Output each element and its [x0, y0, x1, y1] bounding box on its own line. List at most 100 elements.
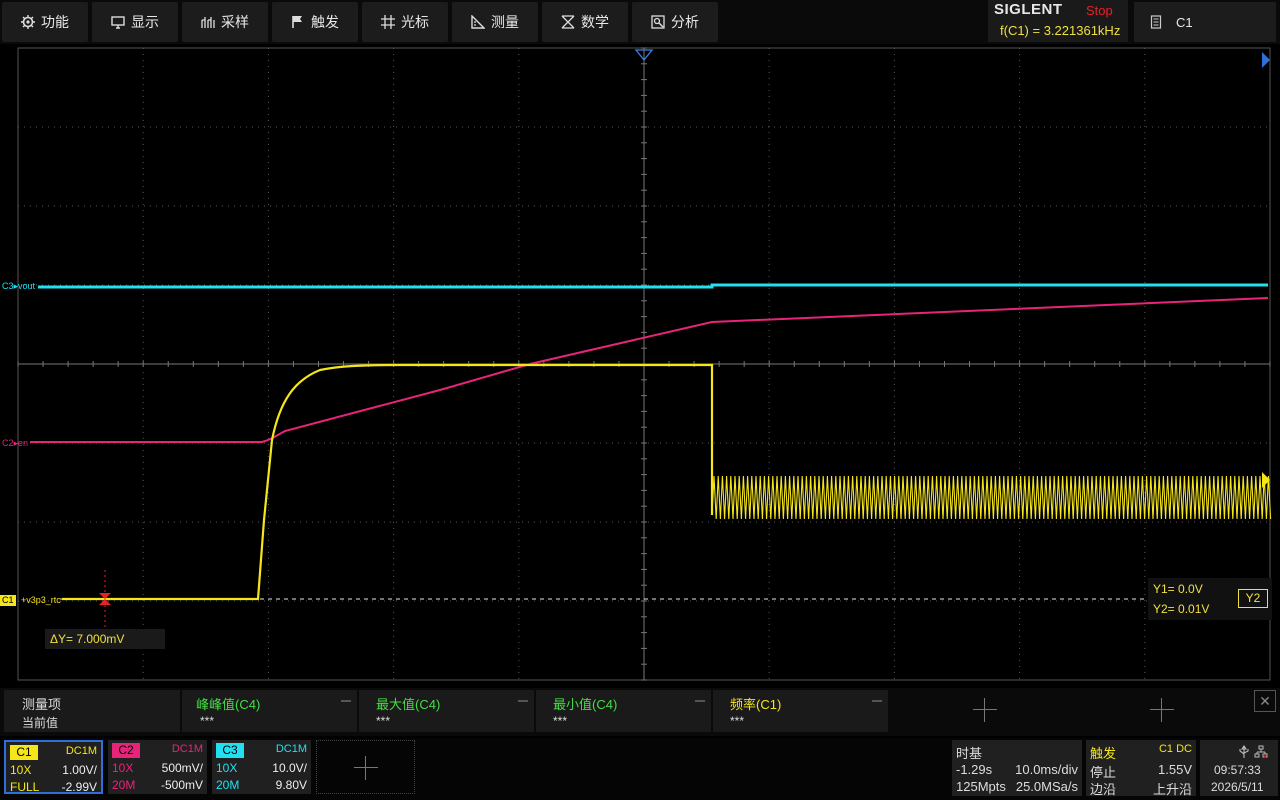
measure-row-header: 测量项 当前值 — [4, 690, 180, 732]
measure-name: 峰峰值(C4) — [196, 697, 261, 712]
menu-utility-label: 功能 — [41, 14, 69, 30]
crosshair-icon — [381, 15, 395, 29]
measure-item[interactable]: 峰峰值(C4) *** — [182, 690, 357, 732]
gear-icon — [21, 15, 35, 29]
measure-items-label: 测量项 — [22, 697, 62, 712]
c1-probe: 10X — [10, 763, 32, 777]
trigger-panel[interactable]: 触发 C1 DC 停止 1.55V 边沿 上升沿 — [1086, 740, 1196, 797]
measure-name: 最大值(C4) — [376, 697, 441, 712]
cursor-delta-readout: ΔY= 7.000mV — [45, 629, 165, 649]
cursor-readout-panel: Y1= 0.0V Y2= 0.01V Y2 — [1148, 578, 1272, 620]
menu-math[interactable]: 数学 — [542, 2, 628, 42]
usb-icon — [1239, 745, 1249, 758]
trigger-type: 边沿 — [1090, 782, 1117, 797]
measure-current-label: 当前值 — [22, 716, 59, 730]
analysis-icon — [651, 15, 665, 29]
menu-cursors-label: 光标 — [401, 14, 429, 30]
monitor-icon — [111, 16, 125, 29]
sample-icon — [201, 17, 215, 28]
clock-time: 09:57:33 — [1214, 763, 1261, 777]
menu-measure-label: 测量 — [491, 14, 519, 30]
graticule — [17, 47, 1272, 681]
channel-select[interactable]: C1 — [1134, 2, 1276, 42]
math-icon — [561, 15, 575, 29]
channel-select-label: C1 — [1176, 14, 1193, 30]
menu-analysis-label: 分析 — [671, 14, 699, 30]
c2-tag: C2 — [112, 743, 140, 758]
timebase-panel[interactable]: 时基 -1.29s 10.0ms/div 125Mpts 25.0MSa/s — [952, 740, 1082, 796]
c3-coupling: DC1M — [275, 743, 307, 755]
measure-name: 最小值(C4) — [553, 697, 618, 712]
document-icon — [1150, 15, 1162, 29]
menu-acquire-label: 采样 — [221, 14, 249, 30]
network-icon — [1254, 745, 1268, 759]
timebase-delay: -1.29s — [956, 762, 993, 777]
add-channel-slot[interactable] — [316, 740, 415, 794]
measurement-bar: 测量项 当前值 峰峰值(C4) *** 最大值(C4) *** 最小值(C4) … — [0, 688, 1280, 736]
measure-value: *** — [376, 714, 391, 728]
menu-math-label: 数学 — [581, 14, 609, 30]
c1-scale: 1.00V/ — [62, 763, 97, 777]
channel-c1-box[interactable]: C1 DC1M 10X 1.00V/ FULL -2.99V — [4, 740, 103, 794]
measure-item[interactable]: 频率(C1) *** — [713, 690, 888, 732]
measure-item[interactable]: 最大值(C4) *** — [359, 690, 534, 732]
sample-rate: 25.0MSa/s — [1015, 779, 1078, 794]
trigger-header: 触发 — [1090, 746, 1117, 761]
menu-cursors[interactable]: 光标 — [362, 2, 448, 42]
channel-c2-box[interactable]: C2 DC1M 10X 500mV/ 20M -500mV — [108, 740, 207, 794]
timebase-header: 时基 — [956, 746, 983, 761]
menu-bar: 功能 显示 采样 触发 光标 测量 数学 分析 SIGLENT Stop f(C… — [0, 0, 1280, 44]
c3-bandwidth: 20M — [216, 778, 240, 792]
menu-measure[interactable]: 测量 — [452, 2, 538, 42]
c2-offset: -500mV — [160, 778, 203, 792]
menu-display-label: 显示 — [131, 14, 159, 30]
c1-coupling: DC1M — [65, 745, 97, 757]
c1-ground-marker[interactable]: C1 — [0, 595, 16, 606]
plus-icon — [354, 756, 378, 780]
c2-coupling: DC1M — [171, 743, 203, 755]
c3-tag: C3 — [216, 743, 244, 758]
measure-value: *** — [553, 714, 568, 728]
c2-ground-marker[interactable]: C2▸en — [0, 438, 30, 449]
brand-logo: SIGLENT — [994, 1, 1063, 18]
add-measure-slot[interactable] — [1150, 698, 1174, 722]
measure-item[interactable]: 最小值(C4) *** — [536, 690, 711, 732]
menu-trigger[interactable]: 触发 — [272, 2, 358, 42]
clock-date: 2026/5/11 — [1211, 780, 1264, 794]
menu-acquire[interactable]: 采样 — [182, 2, 268, 42]
memory-depth: 125Mpts — [956, 779, 1006, 794]
c1-channel-name: +v3p3_rtc — [21, 595, 61, 605]
trigger-slope: 上升沿 — [1152, 782, 1192, 797]
cursor-y2-value: Y2= 0.01V — [1153, 602, 1210, 616]
menu-utility[interactable]: 功能 — [2, 2, 88, 42]
c2-bandwidth: 20M — [112, 778, 136, 792]
c3-ground-marker[interactable]: C3▸vout — [0, 281, 37, 292]
channel-c3-box[interactable]: C3 DC1M 10X 10.0V/ 20M 9.80V — [212, 740, 311, 794]
system-clock: 09:57:33 2026/5/11 — [1200, 740, 1278, 796]
trigger-source: C1 DC — [1158, 743, 1192, 755]
measure-value: *** — [730, 714, 745, 728]
waveform-display[interactable]: C3▸vout C2▸en C1 +v3p3_rtc ΔY= 7.000mV Y… — [0, 44, 1280, 686]
cursor-y1-value: Y1= 0.0V — [1153, 582, 1203, 596]
ruler-icon — [471, 15, 485, 29]
measure-name: 频率(C1) — [730, 697, 782, 712]
timebase-scale: 10.0ms/div — [1015, 762, 1078, 777]
frequency-counter: f(C1) = 3.221361kHz — [1000, 23, 1121, 38]
status-bar: C1 DC1M 10X 1.00V/ FULL -2.99V C2 DC1M 1… — [0, 738, 1280, 800]
c3-offset: 9.80V — [275, 778, 307, 792]
menu-display[interactable]: 显示 — [92, 2, 178, 42]
c2-probe: 10X — [112, 761, 134, 775]
menu-analysis[interactable]: 分析 — [632, 2, 718, 42]
c1-bandwidth: FULL — [10, 780, 40, 794]
c3-probe: 10X — [216, 761, 238, 775]
active-cursor-tag[interactable]: Y2 — [1238, 589, 1268, 608]
run-state-indicator[interactable]: Stop — [1086, 3, 1113, 18]
c1-tag: C1 — [10, 745, 38, 760]
close-icon[interactable]: ✕ — [1254, 690, 1276, 712]
brand-panel: SIGLENT Stop f(C1) = 3.221361kHz — [988, 0, 1128, 42]
c3-scale: 10.0V/ — [272, 761, 307, 775]
c2-scale: 500mV/ — [161, 761, 203, 775]
trigger-level: 1.55V — [1158, 762, 1192, 777]
menu-trigger-label: 触发 — [311, 14, 339, 30]
add-measure-slot[interactable] — [973, 698, 997, 722]
